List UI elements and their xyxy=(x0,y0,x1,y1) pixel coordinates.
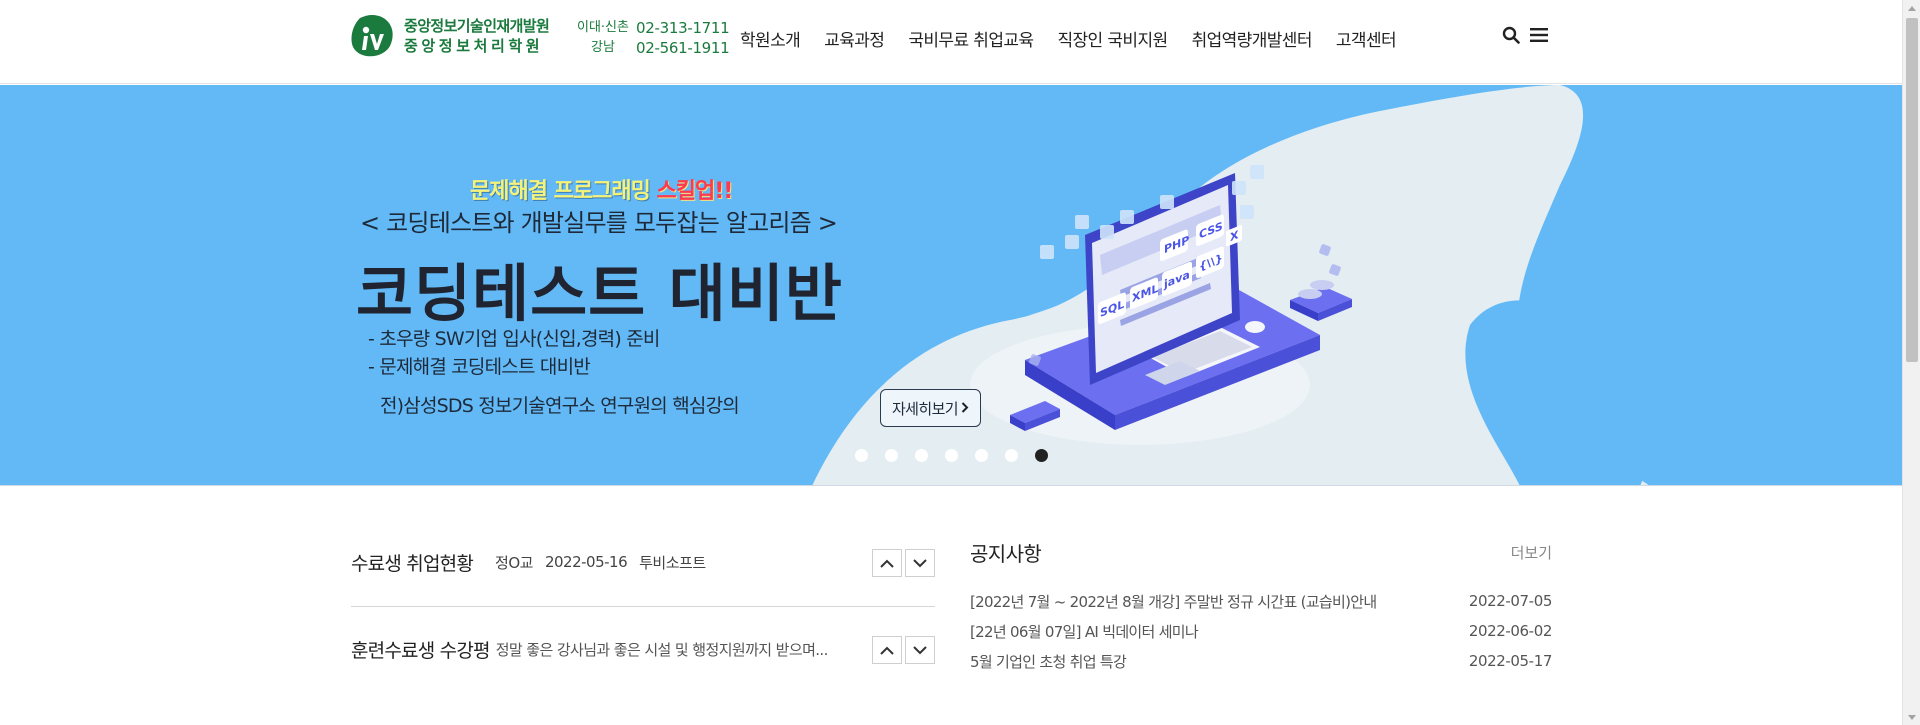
hero-tagline: 문제해결 프로그래밍 스킬업!! xyxy=(470,173,734,205)
more-details-button[interactable]: 자세히보기 xyxy=(880,389,981,427)
contact-location: 강남 xyxy=(591,40,615,55)
nav-item-career-center[interactable]: 취업역량개발센터 xyxy=(1192,26,1313,51)
ticker-reviews: 훈련수료생 수강평 정말 좋은 강사님과 좋은 시설 및 행정지원까지 받으며.… xyxy=(351,627,935,671)
scroll-down-icon[interactable] xyxy=(1903,709,1920,725)
scrollbar-thumb[interactable] xyxy=(1906,18,1918,362)
ticker-snippet[interactable]: 정말 좋은 강사님과 좋은 시설 및 행정지원까지 받으며... xyxy=(496,639,829,660)
ticker-prev-button[interactable] xyxy=(872,549,902,577)
notice-title: 공지사항 xyxy=(970,541,1042,566)
notice-item[interactable]: 5월 기업인 초청 취업 특강 2022-05-17 xyxy=(970,646,1552,676)
notice-list: [2022년 7월 ~ 2022년 8월 개강] 주말반 정규 시간표 (교습비… xyxy=(970,586,1552,676)
hero-bullets: - 초우량 SW기업 입사(신입,경력) 준비 - 문제해결 코딩테스트 대비반 xyxy=(368,325,660,381)
chevron-right-icon xyxy=(961,399,969,417)
site-header: 중앙정보기술인재개발원 중앙정보처리학원 이대·신촌 02-313-1711 강… xyxy=(0,0,1902,84)
contact-phone[interactable]: 02-313-1711 xyxy=(636,18,730,38)
page-scrollbar[interactable] xyxy=(1902,0,1920,725)
ticker-next-button[interactable] xyxy=(905,549,935,577)
chevron-down-icon xyxy=(913,645,927,654)
ticker-employment: 수료생 취업현황 정O교 2022-05-16 투비소프트 xyxy=(351,540,935,584)
contact-phone[interactable]: 02-561-1911 xyxy=(636,38,730,58)
menu-icon[interactable] xyxy=(1530,27,1548,47)
notice-board: 공지사항 더보기 [2022년 7월 ~ 2022년 8월 개강] 주말반 정규… xyxy=(970,536,1552,676)
site-logo[interactable]: 중앙정보기술인재개발원 중앙정보처리학원 xyxy=(350,12,550,60)
ticker-name[interactable]: 정O교 xyxy=(495,552,533,573)
nav-item-customer-center[interactable]: 고객센터 xyxy=(1336,26,1397,51)
slide-dot[interactable] xyxy=(915,449,928,462)
chevron-up-icon xyxy=(880,559,894,568)
scroll-up-icon[interactable] xyxy=(1903,0,1920,16)
ticker-divider xyxy=(351,606,935,607)
main-nav: 학원소개 교육과정 국비무료 취업교육 직장인 국비지원 취업역량개발센터 고객… xyxy=(740,0,1420,76)
logo-mark-icon xyxy=(351,14,393,57)
hero-title: 코딩테스트 대비반 xyxy=(356,257,843,330)
contact-location: 이대·신촌 xyxy=(577,20,629,35)
ticker-title[interactable]: 훈련수료생 수강평 xyxy=(351,636,490,663)
search-icon[interactable] xyxy=(1502,26,1520,48)
nav-item-worker-support[interactable]: 직장인 국비지원 xyxy=(1057,26,1168,51)
nav-item-free-training[interactable]: 국비무료 취업교육 xyxy=(908,26,1034,51)
hero-bullet: - 초우량 SW기업 입사(신입,경력) 준비 xyxy=(368,328,660,350)
hero-tagline-part2: 스킬업!! xyxy=(656,179,734,204)
chevron-down-icon xyxy=(913,558,927,567)
notice-item-title[interactable]: 5월 기업인 초청 취업 특강 xyxy=(970,651,1127,672)
slide-pagination xyxy=(855,449,1065,462)
hero-footnote: 전)삼성SDS 정보기술연구소 연구원의 핵심강의 xyxy=(380,395,740,417)
slide-dot[interactable] xyxy=(885,449,898,462)
notice-item-date: 2022-05-17 xyxy=(1468,652,1553,670)
ticker-next-button[interactable] xyxy=(905,636,935,664)
logo-line1: 중앙정보기술인재개발원 xyxy=(404,17,550,35)
ticker-company: 투비소프트 xyxy=(639,553,706,572)
hero-subtitle: < 코딩테스트와 개발실무를 모두잡는 알고리즘 > xyxy=(360,209,838,237)
hero-bullet: - 문제해결 코딩테스트 대비반 xyxy=(368,356,591,378)
logo-line2: 중앙정보처리학원 xyxy=(404,37,544,55)
hero-tagline-part1: 문제해결 프로그래밍 xyxy=(470,179,651,204)
notice-item-date: 2022-07-05 xyxy=(1468,592,1553,610)
notice-item[interactable]: [2022년 7월 ~ 2022년 8월 개강] 주말반 정규 시간표 (교습비… xyxy=(970,586,1552,616)
more-details-label: 자세히보기 xyxy=(891,399,959,418)
chevron-up-icon xyxy=(880,646,894,655)
slide-dot-active[interactable] xyxy=(1035,449,1048,462)
nav-item-about[interactable]: 학원소개 xyxy=(740,26,801,51)
notice-item[interactable]: [22년 06월 07일] AI 빅데이터 세미나 2022-06-02 xyxy=(970,616,1552,646)
notice-more-link[interactable]: 더보기 xyxy=(1511,542,1552,563)
slide-dot[interactable] xyxy=(945,449,958,462)
notice-item-date: 2022-06-02 xyxy=(1468,622,1553,640)
hero-banner: PHP CSS SQL XML java {\\} X 문제해결 프로그래밍 스… xyxy=(0,85,1902,486)
ticker-title[interactable]: 수료생 취업현황 xyxy=(351,549,474,576)
slide-dot[interactable] xyxy=(1005,449,1018,462)
notice-item-title[interactable]: [22년 06월 07일] AI 빅데이터 세미나 xyxy=(970,621,1199,642)
notice-item-title[interactable]: [2022년 7월 ~ 2022년 8월 개강] 주말반 정규 시간표 (교습비… xyxy=(970,591,1377,612)
tickers-panel: 수료생 취업현황 정O교 2022-05-16 투비소프트 훈련수료생 수강평 … xyxy=(351,540,935,671)
contact-info: 이대·신촌 02-313-1711 강남 02-561-1911 xyxy=(570,18,730,58)
slide-dot[interactable] xyxy=(975,449,988,462)
ticker-prev-button[interactable] xyxy=(872,636,902,664)
nav-item-courses[interactable]: 교육과정 xyxy=(824,26,885,51)
ticker-date: 2022-05-16 xyxy=(544,553,628,571)
slide-dot[interactable] xyxy=(855,449,868,462)
